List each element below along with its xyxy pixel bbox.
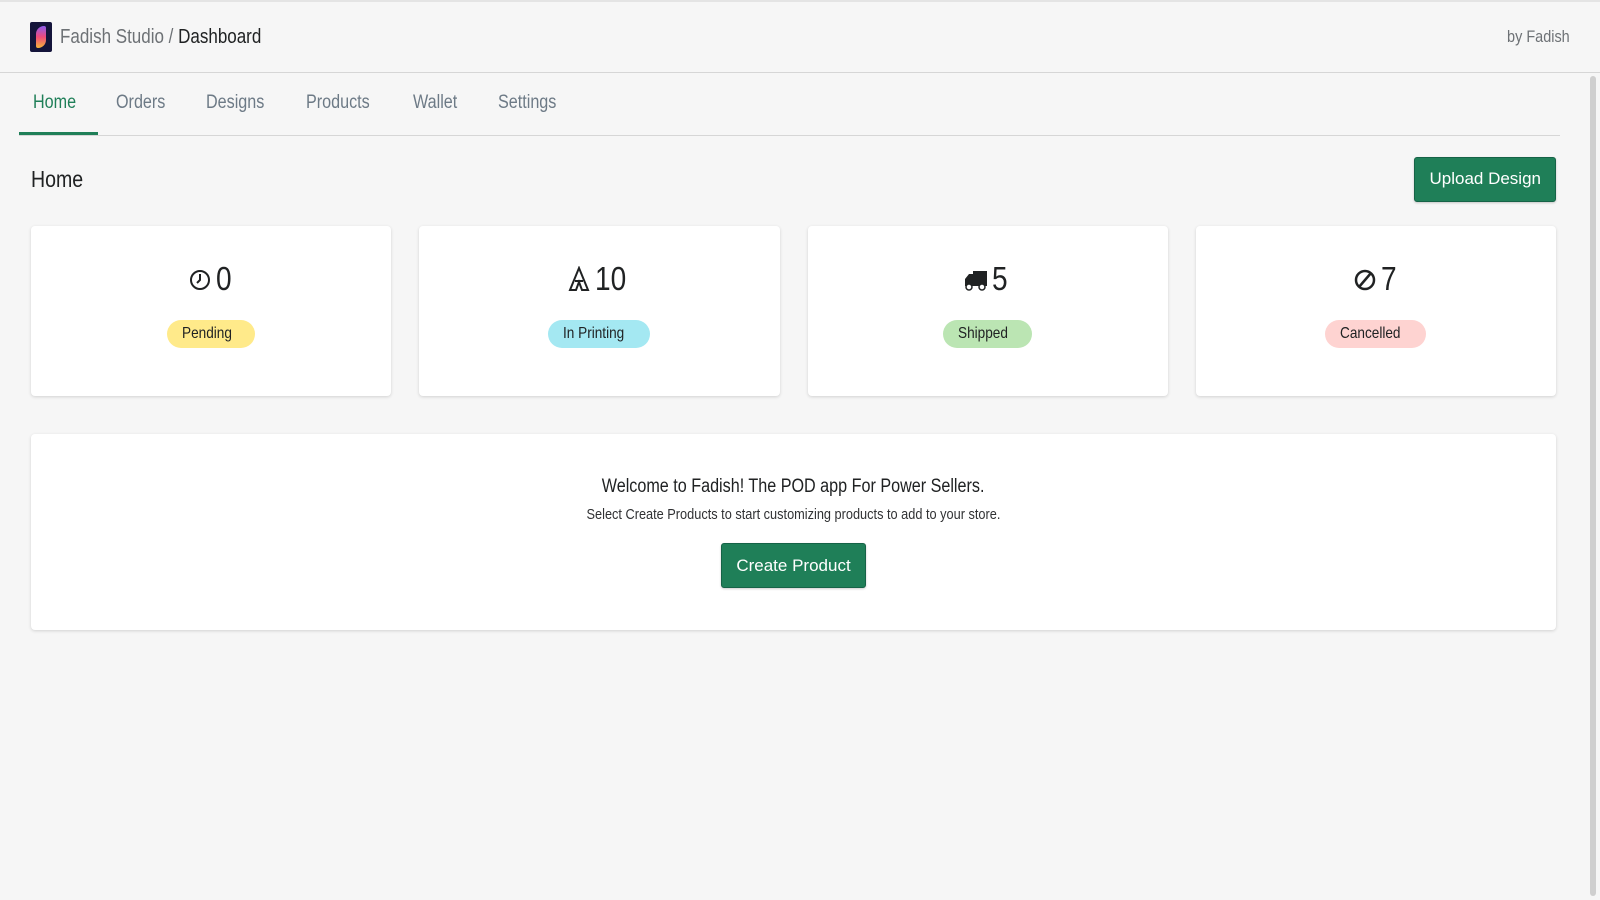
stat-count: 0 [215,260,232,297]
tab-home[interactable]: Home [19,73,98,135]
status-label: Shipped [958,325,1009,342]
status-label: Cancelled [1340,325,1401,342]
stat-count: 5 [992,260,1009,297]
status-badge: Shipped [943,320,1032,348]
clock-icon [189,270,210,290]
status-label: In Printing [563,325,625,342]
truck-icon [965,271,988,291]
tab-designs[interactable]: Designs [192,73,289,135]
upload-design-button[interactable]: Upload Design [1414,156,1556,202]
welcome-title: Welcome to Fadish! The POD app For Power… [602,476,985,497]
breadcrumb-separator: / [168,25,174,48]
by-text: by Fadish [1507,27,1570,46]
tab-products[interactable]: Products [292,73,395,135]
stat-card-cancelled: 7 Cancelled [1195,226,1556,396]
page-title: Home [31,166,92,193]
top-bar: Fadish Studio / Dashboard by Fadish [0,2,1600,73]
by-fadish: by Fadish [1496,27,1570,47]
page-title-text: Home [31,165,84,192]
order-stats: 0 Pending 10 In Printing 5 Shipped 7 Can… [31,226,1556,396]
breadcrumb-page: Dashboard [178,25,262,48]
tab-settings[interactable]: Settings [484,73,581,135]
printer-icon [568,266,590,291]
breadcrumb-studio[interactable]: Fadish Studio [60,26,164,48]
tab-orders[interactable]: Orders [102,73,188,135]
tab-label: Orders [115,91,166,113]
status-badge: Pending [166,320,256,348]
status-badge: In Printing [548,320,651,348]
tab-label: Home [33,91,77,113]
tab-label: Wallet [413,91,458,113]
stat-count: 10 [595,260,627,297]
scrollbar[interactable] [1590,76,1596,896]
welcome-card: Welcome to Fadish! The POD app For Power… [31,434,1556,630]
fadish-logo [30,22,52,52]
breadcrumb: Fadish Studio / Dashboard [60,26,261,49]
nav-tabs: Home Orders Designs Products Wallet Sett… [19,73,1560,136]
welcome-subtitle: Select Create Products to start customiz… [586,506,1001,523]
tab-label: Settings [497,91,556,113]
stat-card-in-printing: 10 In Printing [419,226,780,396]
cancel-icon [1354,269,1375,291]
status-badge: Cancelled [1325,320,1427,348]
create-product-button[interactable]: Create Product [721,543,866,588]
status-label: Pending [181,325,232,342]
stat-card-shipped: 5 Shipped [807,226,1168,396]
stat-card-pending: 0 Pending [31,226,392,396]
stat-count: 7 [1380,260,1397,297]
tab-wallet[interactable]: Wallet [399,73,479,135]
tab-label: Products [306,91,371,113]
tab-label: Designs [205,91,265,113]
